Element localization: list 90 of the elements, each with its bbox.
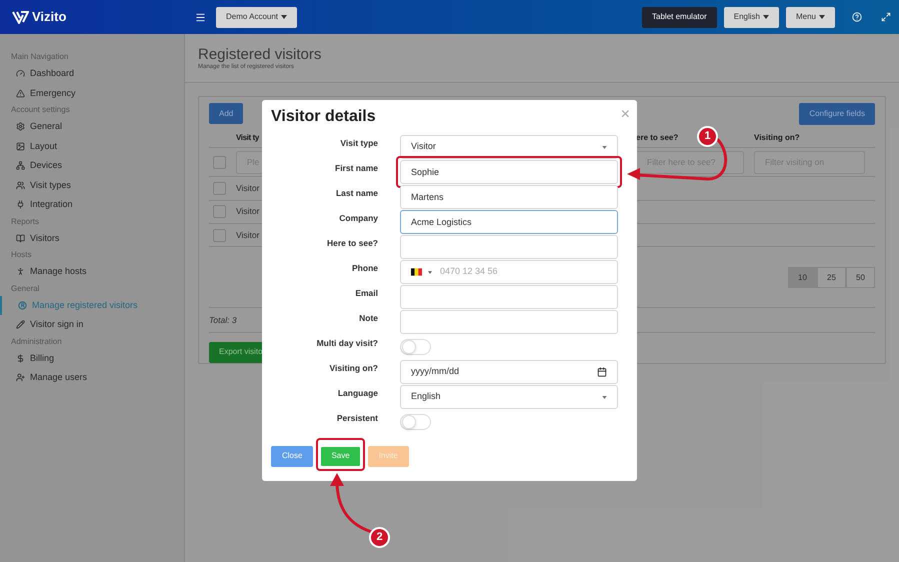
- image-icon: [16, 142, 25, 151]
- logo-icon: [12, 10, 29, 24]
- caret-icon: [762, 15, 769, 19]
- brand-name: Vizito: [32, 8, 66, 26]
- sidebar-item[interactable]: Integration: [0, 195, 184, 214]
- help-icon[interactable]: [852, 12, 862, 22]
- toggle-switch[interactable]: [400, 414, 431, 430]
- page-size-button[interactable]: 25: [817, 267, 846, 288]
- field-label: Phone: [351, 262, 378, 275]
- select-field[interactable]: Visitor: [400, 135, 618, 159]
- dropdown-button[interactable]: Menu: [786, 6, 835, 28]
- input-field[interactable]: Sophie: [400, 160, 618, 184]
- person-icon: [16, 267, 25, 276]
- field-label: Language: [336, 387, 378, 400]
- column-header: Visit ty: [236, 132, 259, 144]
- page-size-button[interactable]: 50: [846, 267, 875, 288]
- caret-icon: [428, 270, 432, 274]
- section-heading: Hosts: [10, 249, 32, 261]
- total-count: Total: 3: [209, 314, 237, 327]
- checkbox[interactable]: [213, 156, 226, 169]
- sidebar-item[interactable]: General: [0, 117, 184, 136]
- user-plus-icon: [16, 373, 25, 382]
- caret-icon: [602, 396, 607, 398]
- field-label: First name: [334, 162, 378, 175]
- input-field[interactable]: Martens: [400, 185, 618, 209]
- dropdown-button[interactable]: English: [724, 6, 779, 28]
- book-icon: [16, 234, 25, 243]
- field-label: Company: [338, 212, 378, 225]
- field-label: Note: [358, 312, 378, 325]
- caret-icon: [602, 146, 607, 148]
- input-field[interactable]: [400, 285, 618, 309]
- configure-fields-button[interactable]: Configure fields: [799, 103, 875, 125]
- field-label: Email: [354, 287, 378, 300]
- sidebar-item[interactable]: Billing: [0, 348, 184, 368]
- circle-icon: [18, 300, 27, 310]
- hierarchy-icon: [16, 161, 25, 170]
- section-heading: Main Navigation: [10, 51, 70, 63]
- gauge-icon: [16, 69, 25, 78]
- toggle-switch[interactable]: [400, 339, 431, 355]
- checkbox[interactable]: [213, 228, 226, 242]
- page-title: Registered visitors: [198, 46, 322, 64]
- flag-icon: [411, 268, 422, 276]
- account-dropdown[interactable]: Demo Account: [216, 6, 298, 28]
- table-cell: Visitor: [236, 228, 260, 242]
- table-cell: Visitor: [236, 205, 260, 218]
- sidebar-item[interactable]: Manage hosts: [0, 262, 184, 282]
- section-heading: General: [10, 282, 40, 294]
- field-label: Persistent: [336, 412, 378, 425]
- field-label: Visiting on?: [328, 362, 378, 375]
- step-badge: 2: [369, 527, 390, 548]
- select-field[interactable]: English: [400, 385, 618, 409]
- sidebar-item[interactable]: Manage users: [0, 368, 184, 388]
- section-heading: Reports: [10, 216, 40, 228]
- sidebar-item[interactable]: Visitors: [0, 228, 184, 248]
- input-field[interactable]: [400, 235, 618, 259]
- users-icon: [16, 180, 25, 190]
- plug-icon: [16, 200, 25, 210]
- warning-icon: [16, 88, 25, 98]
- section-heading: Administration: [10, 336, 63, 348]
- sidebar-item[interactable]: Layout: [0, 136, 184, 156]
- field-label: Here to see?: [326, 237, 378, 250]
- menu-icon[interactable]: [195, 12, 206, 22]
- date-field[interactable]: yyyy/mm/dd: [400, 360, 618, 384]
- checkbox[interactable]: [213, 205, 226, 218]
- input-field[interactable]: [400, 310, 618, 334]
- tablet-emulator-button[interactable]: Tablet emulator: [642, 6, 717, 28]
- dialog-title: Visitor details: [271, 108, 376, 126]
- checkbox[interactable]: [213, 182, 226, 196]
- caret-icon: [819, 15, 825, 19]
- calendar-icon: [597, 367, 607, 377]
- page-size-button[interactable]: 10: [788, 267, 817, 288]
- input-field[interactable]: Acme Logistics: [400, 210, 618, 234]
- sidebar-item[interactable]: Emergency: [0, 84, 184, 103]
- dollar-icon: [16, 354, 25, 363]
- table-cell: Visitor: [236, 182, 260, 195]
- dialog-button[interactable]: Close: [271, 446, 314, 466]
- caret-icon: [281, 15, 288, 19]
- pencil-icon: [16, 320, 25, 330]
- field-label: Multi day visit?: [316, 337, 378, 350]
- settings-icon: [16, 122, 25, 132]
- sidebar-item[interactable]: Devices: [0, 156, 184, 176]
- field-label: Last name: [334, 187, 378, 200]
- sidebar-item[interactable]: Dashboard: [0, 64, 184, 84]
- section-heading: Account settings: [10, 104, 71, 116]
- add-button[interactable]: Add: [209, 103, 244, 124]
- fullscreen-icon[interactable]: [881, 12, 891, 22]
- sidebar-item[interactable]: Visitor sign in: [0, 315, 184, 334]
- column-header: Visiting on?: [754, 132, 800, 144]
- field-label: Visit type: [339, 137, 378, 150]
- sidebar-item[interactable]: Visit types: [0, 176, 184, 195]
